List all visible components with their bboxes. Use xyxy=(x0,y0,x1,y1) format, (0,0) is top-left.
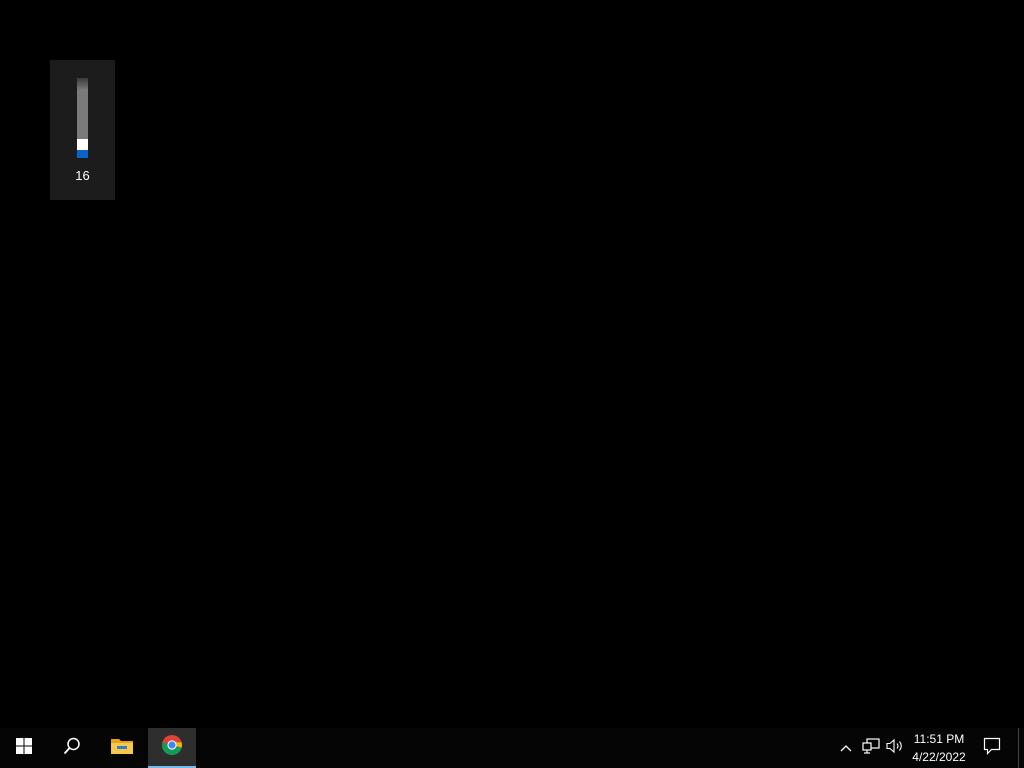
volume-slider-thumb[interactable] xyxy=(77,139,88,150)
volume-slider-fill xyxy=(77,150,88,158)
chrome-taskbar-button[interactable] xyxy=(148,728,196,768)
network-tray-button[interactable] xyxy=(860,728,882,768)
clock-date: 4/22/2022 xyxy=(912,750,966,764)
network-icon xyxy=(862,737,880,759)
search-icon xyxy=(63,737,81,760)
search-button[interactable] xyxy=(48,728,96,768)
taskbar-clock[interactable]: 11:51 PM 4/22/2022 xyxy=(907,730,971,766)
taskbar: 11:51 PM 4/22/2022 xyxy=(0,728,1024,768)
show-desktop-button[interactable] xyxy=(1018,728,1024,768)
speaker-icon xyxy=(886,738,904,759)
chrome-icon xyxy=(161,734,183,761)
volume-slider[interactable] xyxy=(77,78,88,158)
windows-start-icon xyxy=(16,737,32,759)
action-center-button[interactable] xyxy=(980,728,1004,768)
file-explorer-button[interactable] xyxy=(98,728,146,768)
volume-level-label: 16 xyxy=(75,168,90,183)
tray-overflow-button[interactable] xyxy=(836,728,856,768)
desktop[interactable]: 16 xyxy=(0,0,1024,728)
start-button[interactable] xyxy=(0,728,48,768)
volume-tray-button[interactable] xyxy=(884,728,906,768)
action-center-icon xyxy=(983,737,1001,760)
chevron-up-icon xyxy=(840,739,852,757)
file-explorer-icon xyxy=(110,736,134,761)
clock-time: 11:51 PM xyxy=(913,732,965,746)
volume-flyout: 16 xyxy=(50,60,115,200)
